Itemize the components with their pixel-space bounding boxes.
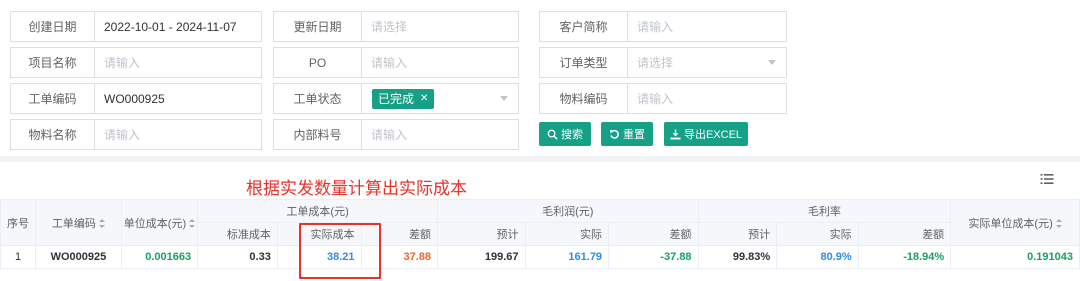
col-margin-diff: 差额 — [857, 222, 952, 246]
reset-button[interactable]: 重置 — [601, 122, 653, 146]
cost-table: 序号 工单编码 单位成本(元) 工单成本(元) 毛利润(元) 毛利率 实际单位成… — [0, 199, 1080, 269]
download-icon — [670, 128, 681, 139]
material-code-label: 物料编码 — [539, 83, 627, 114]
material-name-label: 物料名称 — [10, 119, 94, 150]
chevron-down-icon — [768, 60, 776, 65]
export-button-label: 导出EXCEL — [683, 129, 743, 141]
work-order-status-label: 工单状态 — [273, 83, 361, 114]
material-name-input[interactable]: 请输入 — [94, 119, 262, 150]
col-gp-estimate: 预计 — [437, 222, 526, 246]
cell-seq: 1 — [0, 245, 36, 269]
work-order-code-label: 工单编码 — [10, 83, 94, 114]
col-actual-cost: 实际成本 — [276, 222, 362, 246]
po-label: PO — [273, 47, 361, 78]
col-cost-diff: 差额 — [360, 222, 439, 246]
search-button[interactable]: 搜索 — [539, 122, 591, 146]
cell-unit-cost: 0.001663 — [120, 245, 199, 269]
column-settings-icon[interactable] — [1040, 172, 1054, 186]
created-date-label: 创建日期 — [10, 11, 94, 42]
work-order-code-input[interactable]: WO000925 — [94, 83, 262, 114]
reset-button-label: 重置 — [623, 129, 645, 141]
cell-actual-unit-cost: 0.191043 — [950, 245, 1080, 269]
project-name-label: 项目名称 — [10, 47, 94, 78]
col-margin-estimate: 预计 — [697, 222, 778, 246]
col-unit-cost-label: 单位成本(元) — [123, 217, 187, 230]
cell-gp-actual: 161.79 — [524, 245, 610, 269]
project-name-input[interactable]: 请输入 — [94, 47, 262, 78]
col-gp-diff: 差额 — [608, 222, 699, 246]
search-button-label: 搜索 — [561, 129, 583, 141]
search-icon — [547, 129, 558, 140]
sort-icon[interactable] — [98, 219, 105, 229]
chevron-down-icon — [500, 96, 508, 101]
col-wo-code[interactable]: 工单编码 — [35, 199, 122, 246]
material-code-input[interactable]: 请输入 — [627, 83, 787, 114]
cell-margin-diff: -18.94% — [857, 245, 952, 269]
order-type-label: 订单类型 — [539, 47, 627, 78]
col-unit-cost[interactable]: 单位成本(元) — [120, 199, 199, 246]
cell-actual-cost: 38.21 — [276, 245, 362, 269]
internal-part-no-label: 内部料号 — [273, 119, 361, 150]
updated-date-label: 更新日期 — [273, 11, 361, 42]
col-wo-code-label: 工单编码 — [51, 217, 96, 230]
updated-date-input[interactable]: 请选择 — [361, 11, 519, 42]
col-actual-unit-cost-label: 实际单位成本(元) — [968, 217, 1053, 230]
refresh-icon — [609, 129, 619, 139]
created-date-range-input[interactable]: 2022-10-01 - 2024-11-07 — [94, 11, 262, 42]
col-gp-actual: 实际 — [524, 222, 610, 246]
table-row[interactable]: 1 WO000925 0.001663 0.33 38.21 37.88 199… — [0, 245, 1080, 269]
col-seq: 序号 — [0, 199, 36, 246]
sort-icon[interactable] — [1055, 219, 1062, 229]
po-input[interactable]: 请输入 — [361, 47, 519, 78]
cell-std-cost: 0.33 — [197, 245, 278, 269]
col-group-gross-profit: 毛利润(元) — [437, 199, 699, 223]
annotation-text: 根据实发数量计算出实际成本 — [246, 179, 467, 198]
col-std-cost: 标准成本 — [197, 222, 278, 246]
close-icon[interactable]: ✕ — [420, 93, 428, 104]
col-actual-unit-cost[interactable]: 实际单位成本(元) — [950, 199, 1080, 246]
col-margin-actual: 实际 — [776, 222, 859, 246]
customer-short-input[interactable]: 请输入 — [627, 11, 787, 42]
cell-wo-code: WO000925 — [35, 245, 122, 269]
customer-short-label: 客户简称 — [539, 11, 627, 42]
export-excel-button[interactable]: 导出EXCEL — [664, 122, 748, 146]
status-tag: 已完成 ✕ — [372, 88, 435, 109]
col-group-wo-cost: 工单成本(元) — [197, 199, 439, 223]
cell-cost-diff: 37.88 — [360, 245, 439, 269]
work-order-status-select[interactable]: 已完成 ✕ — [361, 83, 519, 114]
cell-gp-diff: -37.88 — [608, 245, 699, 269]
filter-form: 创建日期 2022-10-01 - 2024-11-07 更新日期 请选择 客户… — [0, 0, 1080, 156]
cell-margin-estimate: 99.83% — [697, 245, 778, 269]
cell-margin-actual: 80.9% — [776, 245, 859, 269]
status-tag-label: 已完成 — [378, 92, 415, 106]
order-type-placeholder: 请选择 — [637, 56, 674, 70]
order-type-select[interactable]: 请选择 — [627, 47, 787, 78]
col-group-margin: 毛利率 — [697, 199, 952, 223]
internal-part-no-input[interactable]: 请输入 — [361, 119, 519, 150]
cell-gp-estimate: 199.67 — [437, 245, 526, 269]
sort-icon[interactable] — [189, 219, 196, 229]
